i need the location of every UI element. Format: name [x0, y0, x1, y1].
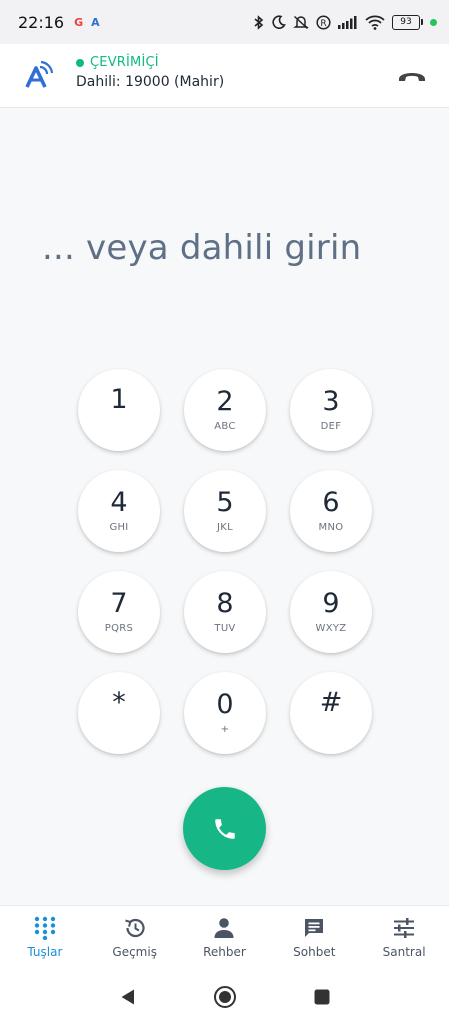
dial-key-hash[interactable]: #: [290, 672, 372, 754]
nav-label: Geçmiş: [112, 945, 157, 959]
dial-letters: MNO: [318, 522, 344, 533]
dial-digit: #: [319, 687, 343, 718]
nav-item-santral[interactable]: Santral: [359, 906, 449, 969]
nav-item-tuslar[interactable]: Tuşlar: [0, 906, 90, 969]
roaming-icon: R: [316, 14, 331, 30]
moon-icon: [272, 15, 286, 29]
dial-key-star[interactable]: *: [78, 672, 160, 754]
nav-label: Santral: [382, 945, 426, 959]
presence-info: ÇEVRİMİÇİ Dahili: 19000 (Mahir): [76, 55, 224, 90]
presence-status: ÇEVRİMİÇİ: [90, 55, 159, 70]
status-icons: R 93: [253, 14, 437, 30]
bottom-nav: Tuşlar Geçmiş Rehber Sohbet Santral: [0, 905, 449, 969]
nav-item-sohbet[interactable]: Sohbet: [269, 906, 359, 969]
dial-key-4[interactable]: 4 GHI: [78, 470, 160, 552]
bluetooth-icon: [254, 14, 264, 30]
home-icon[interactable]: [213, 985, 237, 1009]
dial-digit: 7: [110, 588, 128, 619]
history-icon: [123, 916, 147, 940]
sliders-icon: [392, 916, 416, 940]
dial-letters: ABC: [214, 421, 236, 432]
dial-letters: GHI: [109, 522, 129, 533]
app-logo-icon: [25, 60, 54, 88]
nav-item-rehber[interactable]: Rehber: [180, 906, 270, 969]
dial-letters: +: [220, 724, 230, 735]
battery-level: 93: [392, 14, 420, 30]
battery-icon: 93: [392, 14, 423, 30]
system-nav: [0, 969, 449, 1024]
app-notification-icon: A: [91, 15, 100, 29]
dial-key-1[interactable]: 1: [78, 369, 160, 451]
dial-key-7[interactable]: 7 PQRS: [78, 571, 160, 653]
privacy-indicator: [430, 18, 437, 26]
dialpad-icon: [33, 916, 57, 940]
app-header: ÇEVRİMİÇİ Dahili: 19000 (Mahir): [0, 44, 449, 108]
hangup-icon[interactable]: [397, 66, 427, 86]
dial-digit: 5: [216, 487, 234, 518]
dial-letters: WXYZ: [315, 623, 347, 634]
mute-icon: [293, 15, 309, 29]
wifi-icon: [365, 15, 385, 30]
dial-key-8[interactable]: 8 TUV: [184, 571, 266, 653]
person-icon: [212, 916, 236, 940]
call-button[interactable]: [183, 787, 266, 870]
extension-label: Dahili: 19000 (Mahir): [76, 74, 225, 90]
back-icon[interactable]: [119, 988, 137, 1006]
recents-icon[interactable]: [313, 988, 331, 1006]
dial-digit: 6: [322, 487, 340, 518]
nav-item-gecmis[interactable]: Geçmiş: [90, 906, 180, 969]
dial-key-5[interactable]: 5 JKL: [184, 470, 266, 552]
dial-digit: 8: [216, 588, 234, 619]
google-notification-icon: G: [74, 15, 84, 29]
status-bar: 22:16 G A R 93: [0, 0, 449, 44]
dial-key-9[interactable]: 9 WXYZ: [290, 571, 372, 653]
dial-letters: DEF: [320, 421, 342, 432]
dial-digit: 1: [110, 384, 128, 415]
nav-label: Tuşlar: [27, 945, 63, 959]
svg-text:R: R: [320, 19, 326, 29]
dialpad: 1 2 ABC 3 DEF 4 GHI 5 JKL 6 MNO 7 PQRS 8…: [78, 369, 372, 754]
dial-letters: JKL: [217, 522, 233, 533]
dial-key-6[interactable]: 6 MNO: [290, 470, 372, 552]
dial-letters: TUV: [214, 623, 236, 634]
signal-icon: [338, 15, 357, 29]
nav-label: Sohbet: [293, 945, 336, 959]
dial-digit: 9: [322, 588, 340, 619]
dial-key-0[interactable]: 0 +: [184, 672, 266, 754]
dial-key-3[interactable]: 3 DEF: [290, 369, 372, 451]
dial-digit: 2: [216, 386, 234, 417]
dial-digit: 0: [216, 689, 234, 720]
chat-icon: [302, 916, 326, 940]
dial-digit: *: [112, 687, 126, 718]
dial-key-2[interactable]: 2 ABC: [184, 369, 266, 451]
phone-icon: [214, 818, 235, 839]
dial-letters: PQRS: [104, 623, 134, 634]
status-time: 22:16: [18, 12, 65, 32]
nav-label: Rehber: [203, 945, 246, 959]
number-input-display[interactable]: ... veya dahili girin: [42, 228, 361, 268]
online-status-dot: [76, 58, 84, 67]
dial-digit: 4: [110, 487, 128, 518]
dial-digit: 3: [322, 386, 340, 417]
